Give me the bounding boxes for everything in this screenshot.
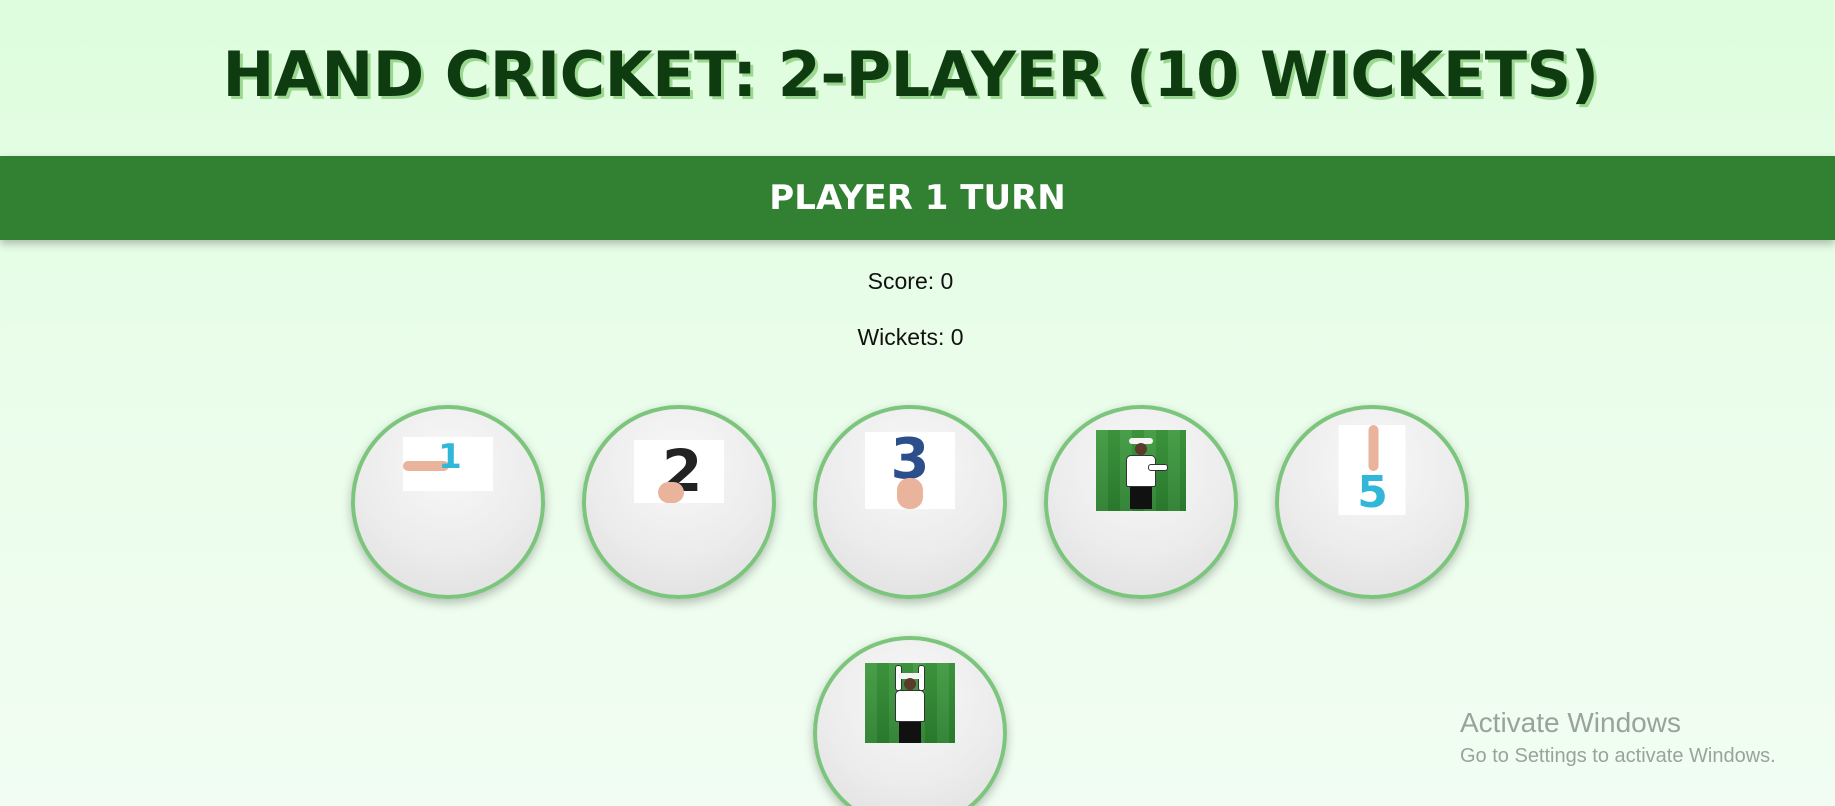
umpire-four-signal-icon bbox=[1096, 430, 1186, 511]
watermark-title: Activate Windows bbox=[1460, 707, 1681, 738]
turn-label: PLAYER 1 TURN bbox=[769, 178, 1066, 218]
hand-number-5-icon: 5 bbox=[1338, 425, 1406, 515]
umpire-six-signal-icon bbox=[865, 663, 955, 743]
hand-number-3-icon: 3 bbox=[865, 432, 955, 509]
choice-2-button[interactable]: 2 bbox=[582, 405, 776, 599]
activate-windows-watermark: Activate Windows Go to Settings to activ… bbox=[1460, 707, 1776, 768]
choice-1-button[interactable]: 1 bbox=[351, 405, 545, 599]
hand-number-2-icon: 2 bbox=[634, 440, 724, 503]
choice-4-button[interactable] bbox=[1044, 405, 1238, 599]
watermark-subtitle: Go to Settings to activate Windows. bbox=[1460, 745, 1776, 767]
choice-6-button[interactable] bbox=[813, 636, 1007, 806]
score-display: Score: 0 bbox=[867, 268, 954, 294]
turn-banner: PLAYER 1 TURN bbox=[0, 156, 1835, 240]
choice-5-button[interactable]: 5 bbox=[1275, 405, 1469, 599]
hand-number-1-icon: 1 bbox=[403, 437, 493, 491]
page-title: HAND CRICKET: 2-PLAYER (10 WICKETS) bbox=[222, 38, 1599, 111]
wickets-display: Wickets: 0 bbox=[857, 324, 964, 350]
choice-3-button[interactable]: 3 bbox=[813, 405, 1007, 599]
